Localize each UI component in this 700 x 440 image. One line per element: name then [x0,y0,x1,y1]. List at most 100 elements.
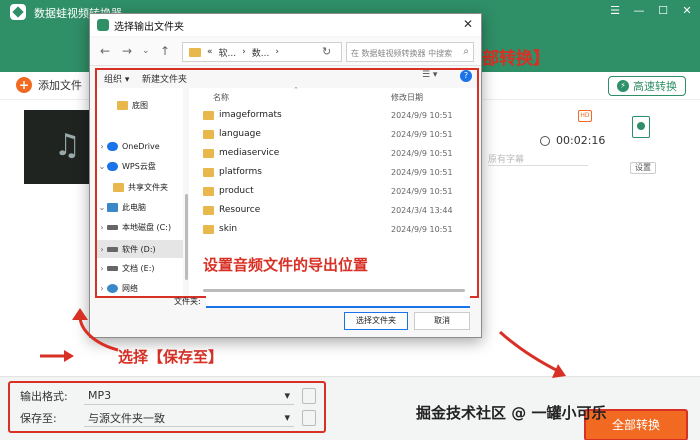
bolt-icon: ⚡ [617,80,629,92]
dialog-close-icon[interactable]: ✕ [463,17,473,31]
fast-convert-button[interactable]: ⚡ 高速转换 [608,76,686,96]
path-separator: › [242,47,246,57]
nav-item[interactable]: › OneDrive [97,137,183,155]
nav-item[interactable]: ⌄ 此电脑 [97,198,183,216]
nav-item-label: 此电脑 [122,202,146,212]
address-bar[interactable]: « 软... › 数... › [182,42,342,62]
file-date: 2024/9/9 10:51 [391,168,453,177]
chevron-icon[interactable]: ⌄ [97,203,107,212]
file-date: 2024/9/9 10:51 [391,187,453,196]
path-separator: › [275,47,279,57]
folder-dialog: 选择输出文件夹 ✕ ← → ⌄ ↑ « 软... › 数... › ↻ 在 数据… [89,13,482,338]
chevron-icon[interactable]: › [97,245,107,254]
close-icon[interactable]: ✕ [680,4,694,17]
help-icon[interactable]: ? [460,70,472,82]
format-select[interactable]: MP3 ▾ [84,387,294,405]
file-name: imageformats [219,110,282,120]
nav-item[interactable]: 共享文件夹 [97,178,183,196]
file-date: 2024/9/9 10:51 [391,130,453,139]
folder-input[interactable] [206,294,470,308]
chevron-icon[interactable]: ⌄ [97,162,107,171]
nav-scrollbar[interactable] [185,194,188,280]
save-value: 与源文件夹一致 [88,411,165,425]
duration: 00:02:16 [540,134,605,147]
folder-icon [203,130,214,139]
file-list-header: ⌃ 名称 修改日期 [189,86,477,104]
subtitle-select[interactable]: 原有字幕 [488,152,588,166]
select-folder-button[interactable]: 选择文件夹 [344,312,408,330]
settings-button[interactable]: 设置 [630,162,656,174]
search-icon: ⌕ [463,46,469,57]
choose-save-tip: 选择【保存至】 [118,348,224,366]
file-name: language [219,129,261,139]
output-format-icon[interactable] [632,116,650,138]
dialog-app-icon [97,19,109,31]
chevron-down-icon[interactable]: ⌄ [142,46,150,56]
file-row[interactable]: mediaservice 2024/9/9 10:51 [189,144,477,162]
minimize-icon[interactable]: — [632,4,646,17]
hd-tag[interactable]: HD [578,110,592,122]
cloud-icon [107,141,118,151]
add-file-label: 添加文件 [38,79,82,92]
file-row[interactable]: Resource 2024/3/4 13:44 [189,201,477,219]
horizontal-scrollbar[interactable] [203,289,465,292]
chevron-icon[interactable]: › [97,223,107,232]
path-separator: « [207,47,213,57]
menu-icon[interactable]: ☰ [608,4,622,17]
music-note-icon: ♫ [54,128,81,163]
nav-item-label: 本地磁盘 (C:) [122,222,172,232]
forward-icon[interactable]: → [122,44,132,58]
chevron-icon[interactable]: › [97,264,107,273]
dialog-navbar: ← → ⌄ ↑ « 软... › 数... › ↻ 在 数据蛙视频转换器 中搜索… [90,38,481,66]
search-input[interactable]: 在 数据蛙视频转换器 中搜索 ⌕ [346,42,474,62]
nav-item[interactable]: › 软件 (D:) [97,240,183,258]
folder-icon [203,149,214,158]
new-folder-button[interactable]: 新建文件夹 [142,72,187,85]
up-icon[interactable]: ↑ [160,44,170,58]
column-date[interactable]: 修改日期 [391,92,423,103]
file-name: Resource [219,205,261,215]
file-row[interactable]: platforms 2024/9/9 10:51 [189,163,477,181]
nav-item[interactable]: › 本地磁盘 (C:) [97,218,183,236]
save-row: 保存至: 与源文件夹一致 ▾ [20,409,316,427]
path-segment-1[interactable]: 软... [219,46,237,59]
add-file-button[interactable]: + 添加文件 [16,77,82,93]
chevron-icon[interactable]: › [97,284,107,293]
folder-icon [203,206,214,215]
file-row[interactable]: skin 2024/9/9 10:51 [189,220,477,238]
folder-icon [117,100,128,110]
file-name: platforms [219,167,262,177]
file-row[interactable]: language 2024/9/9 10:51 [189,125,477,143]
column-name[interactable]: 名称 [213,92,229,103]
nav-item[interactable]: › 网络 [97,279,183,296]
drive-icon [107,224,118,230]
back-icon[interactable]: ← [100,44,110,58]
maximize-icon[interactable]: ☐ [656,4,670,17]
dialog-title-bar: 选择输出文件夹 ✕ [90,14,481,36]
refresh-icon[interactable]: ↻ [322,45,331,58]
folder-icon [189,47,201,57]
view-menu-icon[interactable]: ☰ ▾ [422,70,437,80]
file-name: skin [219,224,238,234]
clock-icon [540,135,550,146]
file-row[interactable]: product 2024/9/9 10:51 [189,182,477,200]
file-row[interactable]: imageformats 2024/9/9 10:51 [189,106,477,124]
nav-item[interactable]: › 文档 (E:) [97,259,183,277]
format-label: 输出格式: [20,390,68,403]
file-date: 2024/9/9 10:51 [391,225,453,234]
format-settings-icon[interactable] [302,388,316,404]
path-segment-2[interactable]: 数... [252,46,270,59]
organize-menu[interactable]: 组织 ▾ [104,72,129,85]
file-list: ⌃ 名称 修改日期 imageformats 2024/9/9 10:51 lang… [189,86,477,296]
command-bar: 组织 ▾ 新建文件夹 ☰ ▾ ? [94,68,477,88]
nav-item-label: OneDrive [122,141,160,151]
cancel-button[interactable]: 取消 [414,312,470,330]
save-select[interactable]: 与源文件夹一致 ▾ [84,409,294,427]
nav-item[interactable]: ⌄ WPS云盘 [97,157,183,175]
folder-icon[interactable] [302,410,316,426]
output-settings-group: 输出格式: MP3 ▾ 保存至: 与源文件夹一致 ▾ [8,381,326,433]
nav-item[interactable]: 底图 [97,96,183,114]
chevron-down-icon: ▾ [284,389,290,402]
chevron-icon[interactable]: › [97,142,107,151]
format-value: MP3 [88,389,112,402]
